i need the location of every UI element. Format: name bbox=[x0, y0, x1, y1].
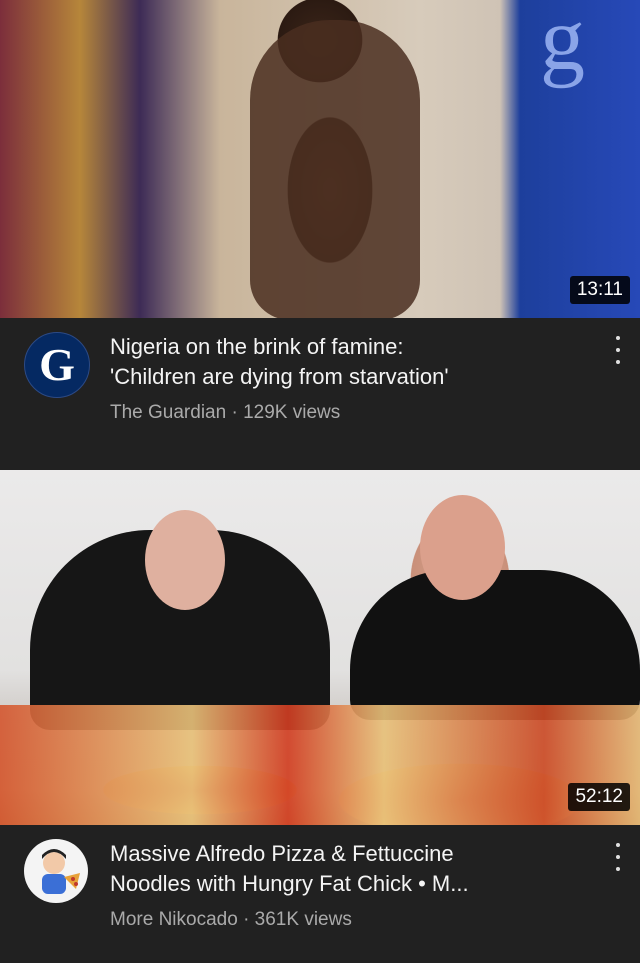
video-title[interactable]: Massive Alfredo Pizza & Fettuccine Noodl… bbox=[110, 839, 584, 899]
view-count: 129K views bbox=[243, 402, 341, 423]
video-title[interactable]: Nigeria on the brink of famine: 'Childre… bbox=[110, 332, 584, 392]
thumbnail-head-right bbox=[420, 495, 505, 600]
video-subtitle: The Guardian · 129K views bbox=[110, 402, 584, 424]
video-text[interactable]: Nigeria on the brink of famine: 'Childre… bbox=[110, 332, 584, 424]
video-meta: G Nigeria on the brink of famine: 'Child… bbox=[0, 318, 640, 470]
guardian-logo-icon: G bbox=[39, 339, 75, 390]
thumbnail-figure bbox=[250, 20, 420, 318]
video-title-line: 'Children are dying from starvation' bbox=[110, 364, 449, 389]
video-card[interactable]: g 13:11 G Nigeria on the brink of famine… bbox=[0, 0, 640, 470]
video-title-line: Noodles with Hungry Fat Chick • M... bbox=[110, 871, 469, 896]
video-card[interactable]: 52:12 Massive Alfredo Pizza & Fettuccine… bbox=[0, 470, 640, 963]
channel-name[interactable]: More Nikocado bbox=[110, 909, 238, 930]
view-count: 361K views bbox=[254, 909, 352, 930]
video-text[interactable]: Massive Alfredo Pizza & Fettuccine Noodl… bbox=[110, 839, 584, 931]
thumbnail-logo-g: g bbox=[540, 0, 585, 89]
video-thumbnail[interactable]: g 13:11 bbox=[0, 0, 640, 318]
video-meta: Massive Alfredo Pizza & Fettuccine Noodl… bbox=[0, 825, 640, 963]
thumbnail-head-left bbox=[145, 510, 225, 610]
duration-badge: 13:11 bbox=[569, 276, 630, 304]
channel-avatar[interactable] bbox=[24, 839, 88, 903]
more-vert-icon[interactable] bbox=[610, 843, 626, 871]
thumbnail-person-right bbox=[350, 570, 640, 720]
duration-badge: 52:12 bbox=[568, 783, 630, 811]
meta-separator: · bbox=[243, 909, 250, 930]
channel-name[interactable]: The Guardian bbox=[110, 402, 226, 423]
meta-separator: · bbox=[231, 402, 238, 423]
cartoon-avatar-icon bbox=[42, 849, 80, 894]
channel-avatar[interactable]: G bbox=[24, 332, 90, 398]
video-title-line: Nigeria on the brink of famine: bbox=[110, 334, 404, 359]
video-subtitle: More Nikocado · 361K views bbox=[110, 909, 584, 931]
thumbnail-food bbox=[0, 705, 640, 825]
video-thumbnail[interactable]: 52:12 bbox=[0, 470, 640, 825]
more-vert-icon[interactable] bbox=[610, 336, 626, 364]
video-title-line: Massive Alfredo Pizza & Fettuccine bbox=[110, 841, 454, 866]
